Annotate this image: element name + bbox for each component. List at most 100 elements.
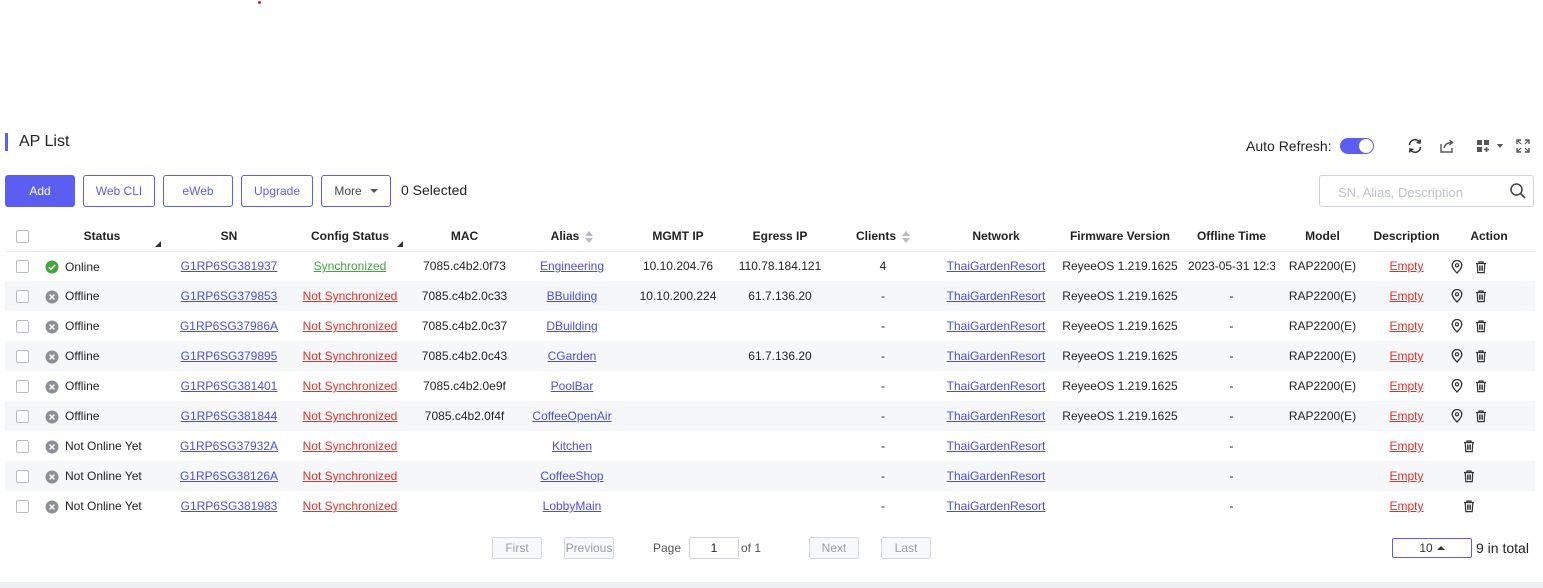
network-link[interactable]: ThaiGardenResort (947, 409, 1046, 423)
fullscreen-icon[interactable] (1513, 136, 1533, 156)
sn-link[interactable]: G1RP6SG381401 (181, 379, 278, 393)
alias-link[interactable]: Engineering (540, 259, 604, 273)
next-page-button[interactable]: Next (809, 537, 859, 559)
refresh-icon[interactable] (1405, 136, 1425, 156)
delete-icon[interactable] (1462, 469, 1476, 483)
eweb-button[interactable]: eWeb (163, 175, 233, 207)
alias-link[interactable]: CoffeeOpenAir (532, 409, 611, 423)
header-status[interactable]: Status (39, 221, 165, 252)
delete-icon[interactable] (1462, 499, 1476, 513)
config-status-link[interactable]: Not Synchronized (303, 409, 398, 423)
header-config-status[interactable]: Config Status (293, 221, 407, 252)
select-all-checkbox[interactable] (15, 229, 29, 243)
alias-link[interactable]: DBuilding (546, 319, 597, 333)
network-link[interactable]: ThaiGardenResort (947, 469, 1046, 483)
config-status-cell: Not Synchronized (293, 281, 407, 311)
sn-link[interactable]: G1RP6SG38126A (180, 469, 278, 483)
search-icon[interactable] (1509, 182, 1527, 200)
row-checkbox[interactable] (15, 440, 29, 454)
row-checkbox[interactable] (15, 260, 29, 274)
row-checkbox[interactable] (15, 380, 29, 394)
row-checkbox[interactable] (15, 410, 29, 424)
alias-link[interactable]: CoffeeShop (540, 469, 603, 483)
network-link[interactable]: ThaiGardenResort (947, 289, 1046, 303)
location-icon[interactable] (1450, 409, 1464, 424)
sn-link[interactable]: G1RP6SG379895 (181, 349, 278, 363)
description-link[interactable]: Empty (1389, 259, 1423, 273)
sn-link[interactable]: G1RP6SG381937 (181, 259, 278, 273)
header-firmware: Firmware Version (1052, 221, 1188, 252)
auto-refresh-toggle[interactable] (1340, 138, 1374, 154)
header-clients[interactable]: Clients (826, 221, 940, 252)
row-checkbox[interactable] (15, 470, 29, 484)
sn-link[interactable]: G1RP6SG37986A (180, 319, 278, 333)
config-status-link[interactable]: Not Synchronized (303, 469, 398, 483)
location-icon[interactable] (1450, 349, 1464, 364)
more-dropdown-button[interactable]: More (321, 175, 391, 207)
location-icon[interactable] (1450, 379, 1464, 394)
sn-link[interactable]: G1RP6SG381844 (181, 409, 278, 423)
network-link[interactable]: ThaiGardenResort (947, 319, 1046, 333)
sort-icon[interactable] (585, 230, 594, 243)
delete-icon[interactable] (1474, 409, 1488, 423)
description-link[interactable]: Empty (1389, 379, 1423, 393)
row-checkbox[interactable] (15, 350, 29, 364)
alias-link[interactable]: CGarden (548, 349, 597, 363)
search-input[interactable] (1336, 183, 1506, 201)
delete-icon[interactable] (1462, 439, 1476, 453)
description-link[interactable]: Empty (1389, 349, 1423, 363)
mgmt-ip-cell (622, 311, 734, 341)
row-checkbox[interactable] (15, 320, 29, 334)
config-status-link[interactable]: Synchronized (314, 259, 387, 273)
description-link[interactable]: Empty (1389, 439, 1423, 453)
alias-link[interactable]: LobbyMain (543, 499, 602, 513)
web-cli-button[interactable]: Web CLI (83, 175, 155, 207)
column-settings-icon[interactable] (1473, 136, 1507, 156)
delete-icon[interactable] (1474, 349, 1488, 363)
upgrade-button[interactable]: Upgrade (241, 175, 313, 207)
delete-icon[interactable] (1474, 289, 1488, 303)
filter-corner-icon[interactable] (149, 240, 161, 247)
delete-icon[interactable] (1474, 260, 1488, 274)
description-link[interactable]: Empty (1389, 499, 1423, 513)
sn-link[interactable]: G1RP6SG37932A (180, 439, 278, 453)
first-page-button[interactable]: First (492, 537, 542, 559)
location-icon[interactable] (1450, 289, 1464, 304)
config-status-link[interactable]: Not Synchronized (303, 289, 398, 303)
alias-link[interactable]: Kitchen (552, 439, 592, 453)
page-number-input[interactable] (689, 537, 739, 559)
config-status-link[interactable]: Not Synchronized (303, 349, 398, 363)
sort-icon[interactable] (902, 230, 910, 243)
description-link[interactable]: Empty (1389, 469, 1423, 483)
network-link[interactable]: ThaiGardenResort (947, 379, 1046, 393)
sn-link[interactable]: G1RP6SG381983 (181, 499, 278, 513)
last-page-button[interactable]: Last (881, 537, 931, 559)
previous-page-button[interactable]: Previous (564, 537, 614, 559)
network-link[interactable]: ThaiGardenResort (947, 439, 1046, 453)
config-status-link[interactable]: Not Synchronized (303, 499, 398, 513)
config-status-link[interactable]: Not Synchronized (303, 379, 398, 393)
delete-icon[interactable] (1474, 379, 1488, 393)
row-checkbox[interactable] (15, 500, 29, 514)
description-link[interactable]: Empty (1389, 319, 1423, 333)
network-link[interactable]: ThaiGardenResort (947, 499, 1046, 513)
network-link[interactable]: ThaiGardenResort (947, 349, 1046, 363)
alias-link[interactable]: PoolBar (551, 379, 594, 393)
header-alias[interactable]: Alias (522, 221, 622, 252)
sn-link[interactable]: G1RP6SG379853 (181, 289, 278, 303)
page-size-select[interactable]: 10 (1392, 538, 1472, 558)
config-status-link[interactable]: Not Synchronized (303, 439, 398, 453)
filter-corner-icon[interactable] (391, 240, 403, 247)
export-icon[interactable] (1437, 136, 1457, 156)
row-checkbox[interactable] (15, 290, 29, 304)
network-link[interactable]: ThaiGardenResort (947, 259, 1046, 273)
delete-icon[interactable] (1474, 319, 1488, 333)
description-link[interactable]: Empty (1389, 409, 1423, 423)
location-icon[interactable] (1450, 259, 1464, 274)
alias-link[interactable]: BBuilding (547, 289, 598, 303)
description-link[interactable]: Empty (1389, 289, 1423, 303)
config-status-link[interactable]: Not Synchronized (303, 319, 398, 333)
config-status-cell: Not Synchronized (293, 491, 407, 521)
add-button[interactable]: Add (5, 175, 75, 207)
location-icon[interactable] (1450, 319, 1464, 334)
